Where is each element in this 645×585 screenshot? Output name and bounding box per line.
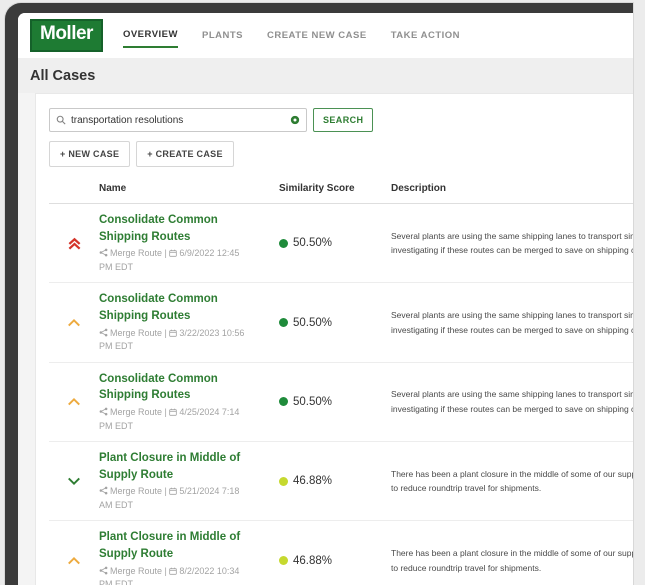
nav-item-create-new-case[interactable]: CREATE NEW CASE bbox=[267, 24, 367, 47]
score-dot bbox=[279, 556, 288, 566]
top-navbar: Moller OVERVIEW PLANTS CREATE NEW CASE T… bbox=[18, 13, 633, 58]
clear-search-icon[interactable] bbox=[290, 115, 300, 125]
merge-route-icon bbox=[99, 566, 108, 575]
table-row[interactable]: Consolidate Common Shipping Routes Merge… bbox=[49, 363, 633, 443]
merge-route-icon bbox=[99, 486, 108, 495]
search-icon bbox=[56, 115, 66, 125]
score-value: 46.88% bbox=[293, 554, 333, 567]
monitor-frame: Moller OVERVIEW PLANTS CREATE NEW CASE T… bbox=[5, 3, 633, 585]
column-header-similarity-score: Similarity Score bbox=[279, 183, 355, 194]
merge-route-icon bbox=[99, 248, 108, 257]
score-value: 50.50% bbox=[293, 395, 333, 408]
calendar-icon bbox=[169, 408, 178, 416]
search-button[interactable]: SEARCH bbox=[313, 108, 374, 132]
new-case-button[interactable]: + NEW CASE bbox=[49, 141, 131, 167]
score-dot bbox=[279, 476, 288, 486]
page-title-band: All Cases bbox=[18, 58, 633, 93]
column-header-name: Name bbox=[99, 183, 127, 194]
table-row[interactable]: Consolidate Common Shipping Routes Merge… bbox=[49, 204, 633, 284]
case-meta: Merge Route | 5/21/2024 7:18 AM EDT bbox=[99, 486, 240, 510]
case-name-link[interactable]: Consolidate Common Shipping Routes bbox=[99, 371, 249, 404]
case-description: Several plants are using the same shippi… bbox=[391, 230, 633, 256]
score-dot bbox=[279, 318, 288, 328]
case-description: Several plants are using the same shippi… bbox=[391, 389, 633, 414]
table-row[interactable]: Consolidate Common Shipping Routes Merge… bbox=[49, 283, 633, 363]
case-meta: Merge Route | 8/2/2022 10:34 PM EDT bbox=[99, 565, 240, 585]
score-dot bbox=[279, 238, 288, 248]
chevron-up-icon bbox=[49, 318, 99, 327]
page-title: All Cases bbox=[30, 67, 96, 84]
case-name-link[interactable]: Consolidate Common Shipping Routes bbox=[99, 212, 249, 245]
score-dot bbox=[279, 397, 288, 407]
calendar-icon bbox=[169, 329, 178, 337]
nav-menu: OVERVIEW PLANTS CREATE NEW CASE TAKE ACT… bbox=[122, 23, 460, 48]
merge-route-icon bbox=[99, 407, 108, 416]
search-input[interactable] bbox=[71, 114, 285, 126]
cases-table: Name Similarity Score Description Consol… bbox=[49, 179, 633, 585]
search-row: SEARCH bbox=[49, 108, 633, 132]
content-area: SEARCH + NEW CASE + CREATE CASE Name Sim… bbox=[18, 93, 633, 585]
chevron-down-icon bbox=[49, 477, 99, 486]
calendar-icon bbox=[169, 488, 178, 496]
score-value: 50.50% bbox=[293, 237, 333, 250]
case-name-link[interactable]: Consolidate Common Shipping Routes bbox=[99, 291, 249, 324]
column-header-description: Description bbox=[391, 183, 447, 194]
case-meta: Merge Route | 3/22/2023 10:56 PM EDT bbox=[99, 327, 245, 352]
calendar-icon bbox=[169, 567, 178, 575]
case-name-link[interactable]: Plant Closure in Middle of Supply Route bbox=[99, 529, 249, 562]
table-row[interactable]: Plant Closure in Middle of Supply Route … bbox=[49, 521, 633, 585]
table-body: Consolidate Common Shipping Routes Merge… bbox=[49, 204, 633, 585]
case-description: There has been a plant closure in the mi… bbox=[391, 548, 633, 573]
nav-item-take-action[interactable]: TAKE ACTION bbox=[391, 24, 460, 47]
nav-item-overview[interactable]: OVERVIEW bbox=[122, 23, 178, 48]
table-header: Name Similarity Score Description bbox=[49, 179, 633, 204]
cases-card: SEARCH + NEW CASE + CREATE CASE Name Sim… bbox=[35, 93, 633, 585]
moller-logo: Moller bbox=[30, 19, 103, 52]
score-value: 46.88% bbox=[293, 475, 333, 488]
nav-item-plants[interactable]: PLANTS bbox=[202, 24, 243, 47]
score-value: 50.50% bbox=[293, 316, 333, 329]
merge-route-icon bbox=[99, 328, 108, 337]
case-description: Several plants are using the same shippi… bbox=[391, 310, 633, 335]
double-chevron-up-icon bbox=[49, 236, 99, 251]
case-meta: Merge Route | 4/25/2024 7:14 PM EDT bbox=[99, 407, 240, 431]
case-description: There has been a plant closure in the mi… bbox=[391, 468, 633, 494]
actions-row: + NEW CASE + CREATE CASE bbox=[49, 141, 633, 167]
chevron-up-icon bbox=[49, 556, 99, 565]
chevron-up-icon bbox=[49, 397, 99, 406]
app-screen: Moller OVERVIEW PLANTS CREATE NEW CASE T… bbox=[18, 13, 633, 585]
case-name-link[interactable]: Plant Closure in Middle of Supply Route bbox=[99, 450, 249, 483]
search-box[interactable] bbox=[49, 108, 307, 132]
table-row[interactable]: Plant Closure in Middle of Supply Route … bbox=[49, 442, 633, 522]
calendar-icon bbox=[169, 250, 178, 258]
case-meta: Merge Route | 6/9/2022 12:45 PM EDT bbox=[99, 248, 240, 272]
create-case-button[interactable]: + CREATE CASE bbox=[136, 141, 234, 167]
